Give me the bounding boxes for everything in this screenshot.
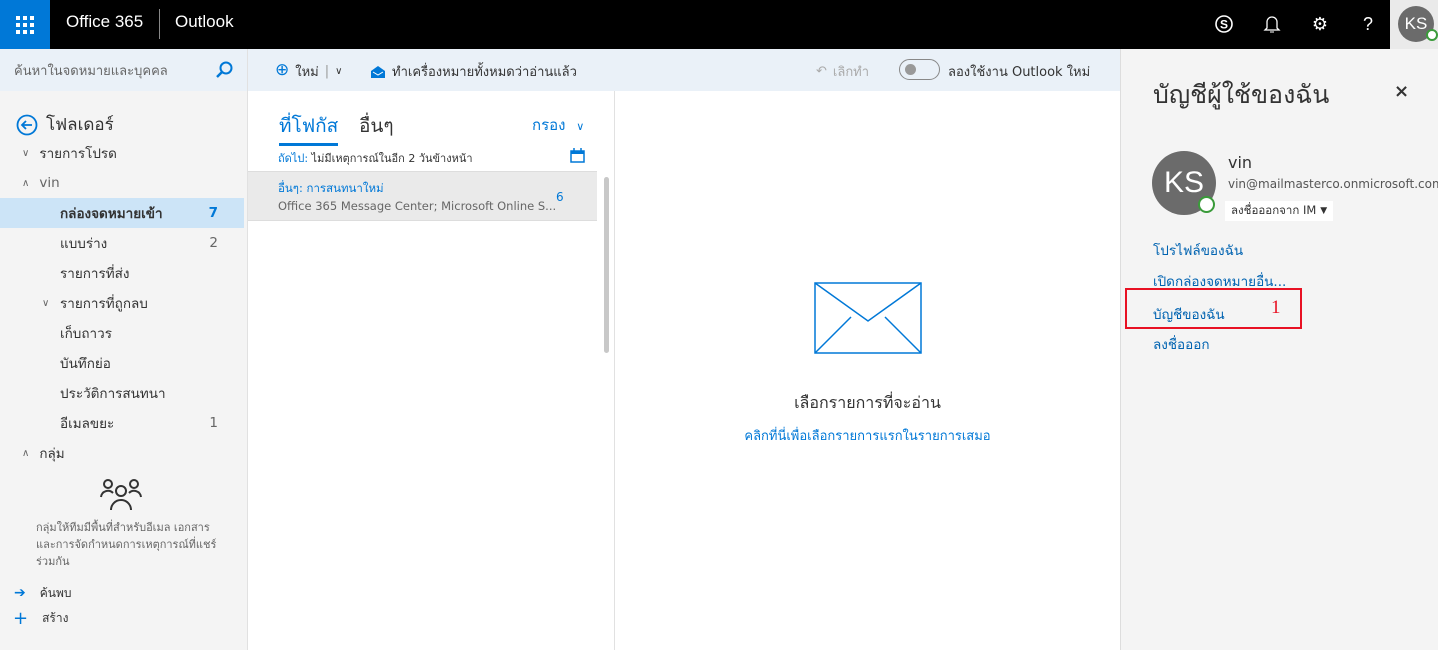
account-panel: บัญชีผู้ใช้ของฉัน × KS vin vin@mailmaste…	[1120, 49, 1438, 650]
folder-item[interactable]: บันทึกย่อ	[0, 348, 244, 378]
undo-label: เลิกทำ	[832, 65, 870, 80]
chevron-down-icon[interactable]: ∨	[42, 298, 49, 309]
folders-title: โฟลเดอร์	[46, 115, 114, 135]
folder-count: 1	[209, 415, 218, 431]
new-button[interactable]: ⊕ ใหม่ | ∨	[275, 60, 343, 82]
presence-icon	[1198, 196, 1215, 213]
tab-other[interactable]: อื่นๆ	[359, 111, 394, 141]
folder-item[interactable]: รายการที่ส่ง	[0, 258, 244, 288]
favorites-toggle[interactable]: ∨ รายการโปรด	[0, 138, 244, 168]
im-status-dropdown[interactable]: ลงชื่อออกจาก IM ▼	[1225, 201, 1334, 221]
groups-label: กลุ่ม	[39, 446, 65, 462]
command-bar: ⊕ ใหม่ | ∨ ทำเครื่องหมายทั้งหมดว่าอ่านแล้ว …	[248, 49, 1120, 91]
filter-button[interactable]: กรอง ∨	[532, 113, 584, 137]
create-label: สร้าง	[42, 610, 69, 625]
caret-down-icon: ▼	[1320, 206, 1328, 216]
folder-count: 2	[209, 235, 218, 251]
arrow-right-icon: ➔	[14, 585, 26, 601]
groups-toggle[interactable]: ∧ กลุ่ม	[0, 438, 244, 468]
folder-item[interactable]: ประวัติการสนทนา	[0, 378, 244, 408]
try-new-outlook-toggle[interactable]	[899, 59, 940, 80]
envelope-open-icon	[371, 65, 385, 78]
mark-all-read-label: ทำเครื่องหมายทั้งหมดว่าอ่านแล้ว	[392, 65, 577, 80]
folder-item[interactable]: เก็บถาวร	[0, 318, 244, 348]
select-first-item-link[interactable]: คลิกที่นี่เพื่อเลือกรายการแรกในรายการเสม…	[615, 425, 1120, 446]
new-label: ใหม่	[295, 65, 319, 80]
user-name: vin	[1228, 153, 1253, 172]
folder-label: รายการที่ถูกลบ	[60, 296, 148, 312]
app-launcher-button[interactable]	[0, 0, 50, 49]
list-item[interactable]: อื่นๆ: การสนทนาใหม่ Office 365 Message C…	[248, 171, 597, 221]
close-icon[interactable]: ×	[1394, 81, 1409, 102]
folder-label: อีเมลขยะ	[60, 416, 115, 432]
top-bar: Office 365 Outlook S ⚙ ? KS	[0, 0, 1438, 49]
next-label: ถัดไป:	[278, 152, 309, 165]
folder-count: 7	[208, 205, 218, 221]
envelope-icon	[814, 282, 922, 354]
folder-label: รายการที่ส่ง	[60, 266, 130, 282]
folder-item[interactable]: อีเมลขยะ 1	[0, 408, 244, 438]
help-icon[interactable]: ?	[1356, 12, 1380, 36]
app-title[interactable]: Outlook	[175, 12, 234, 32]
suite-title[interactable]: Office 365	[66, 12, 143, 32]
folder-item[interactable]: แบบร่าง 2	[0, 228, 244, 258]
next-events: ถัดไป: ไม่มีเหตุการณ์ในอีก 2 วันข้างหน้า	[278, 149, 473, 167]
user-email: vin@mailmasterco.onmicrosoft.com	[1228, 177, 1438, 191]
folder-label: เก็บถาวร	[60, 326, 112, 342]
search-placeholder: ค้นหาในจดหมายและบุคคล	[14, 63, 168, 79]
reading-pane: เลือกรายการที่จะอ่าน คลิกที่นี่เพื่อเลือ…	[615, 91, 1120, 650]
filter-label: กรอง	[532, 116, 566, 134]
next-text: ไม่มีเหตุการณ์ในอีก 2 วันข้างหน้า	[311, 152, 473, 165]
plus-icon: +	[13, 607, 29, 629]
calendar-icon[interactable]	[570, 148, 585, 163]
account-button[interactable]: KS	[1390, 0, 1438, 49]
gear-icon[interactable]: ⚙	[1308, 12, 1332, 36]
divider	[159, 9, 160, 39]
favorites-label: รายการโปรด	[39, 146, 117, 162]
add-circle-icon: ⊕	[275, 60, 290, 80]
bell-icon[interactable]	[1260, 12, 1284, 36]
folder-label: ประวัติการสนทนา	[60, 386, 166, 402]
groups-icon	[100, 479, 142, 511]
my-account-link[interactable]: บัญชีของฉัน	[1153, 303, 1225, 325]
groups-description: กลุ่มให้ทีมมีพื้นที่สำหรับอีเมล เอกสาร แ…	[36, 521, 217, 568]
discover-label: ค้นพบ	[39, 585, 72, 600]
search-icon[interactable]	[215, 61, 233, 79]
tab-focused[interactable]: ที่โฟกัส	[279, 111, 339, 146]
folder-item[interactable]: ∨ รายการที่ถูกลบ	[0, 288, 244, 318]
svg-text:S: S	[1220, 18, 1228, 32]
search-input[interactable]: ค้นหาในจดหมายและบุคคล	[0, 49, 247, 91]
undo-button[interactable]: ↶ เลิกทำ	[816, 61, 869, 82]
skype-icon[interactable]: S	[1212, 12, 1236, 36]
im-status-label: ลงชื่อออกจาก IM	[1231, 203, 1317, 217]
back-arrow-icon	[16, 114, 38, 135]
panel-title: บัญชีผู้ใช้ของฉัน	[1153, 80, 1330, 109]
message-list: ที่โฟกัส อื่นๆ กรอง ∨ ถัดไป: ไม่มีเหตุกา…	[248, 91, 615, 650]
folder-pane: ค้นหาในจดหมายและบุคคล โฟลเดอร์ ∨ รายการโป…	[0, 49, 248, 650]
mark-all-read-button[interactable]: ทำเครื่องหมายทั้งหมดว่าอ่านแล้ว	[370, 61, 577, 82]
scrollbar[interactable]	[604, 177, 609, 353]
toggle-knob	[905, 64, 916, 75]
create-group-link[interactable]: + สร้าง	[0, 603, 244, 633]
try-new-outlook-label: ลองใช้งาน Outlook ใหม่	[948, 65, 1091, 80]
annotation-number: 1	[1271, 297, 1281, 318]
folder-label: บันทึกย่อ	[60, 356, 111, 372]
sign-out-link[interactable]: ลงชื่อออก	[1153, 333, 1210, 355]
waffle-icon	[16, 15, 34, 34]
chevron-down-icon: ∨	[335, 66, 343, 77]
message-count: 6	[556, 190, 564, 204]
folder-item[interactable]: กล่องจดหมายเข้า 7	[0, 198, 244, 228]
undo-icon: ↶	[816, 64, 827, 79]
folder-label: แบบร่าง	[60, 236, 108, 252]
message-preview: Office 365 Message Center; Microsoft Onl…	[278, 199, 557, 213]
account-label: vin	[39, 175, 60, 191]
chevron-down-icon: ∨	[576, 120, 585, 133]
account-toggle[interactable]: ∧ vin	[0, 168, 244, 198]
my-profile-link[interactable]: โปรไฟล์ของฉัน	[1153, 239, 1243, 261]
folders-header[interactable]: โฟลเดอร์	[16, 111, 114, 138]
message-title: อื่นๆ: การสนทนาใหม่	[278, 181, 384, 195]
folder-label: กล่องจดหมายเข้า	[60, 206, 163, 222]
presence-icon	[1426, 29, 1438, 41]
reading-title: เลือกรายการที่จะอ่าน	[794, 393, 941, 412]
